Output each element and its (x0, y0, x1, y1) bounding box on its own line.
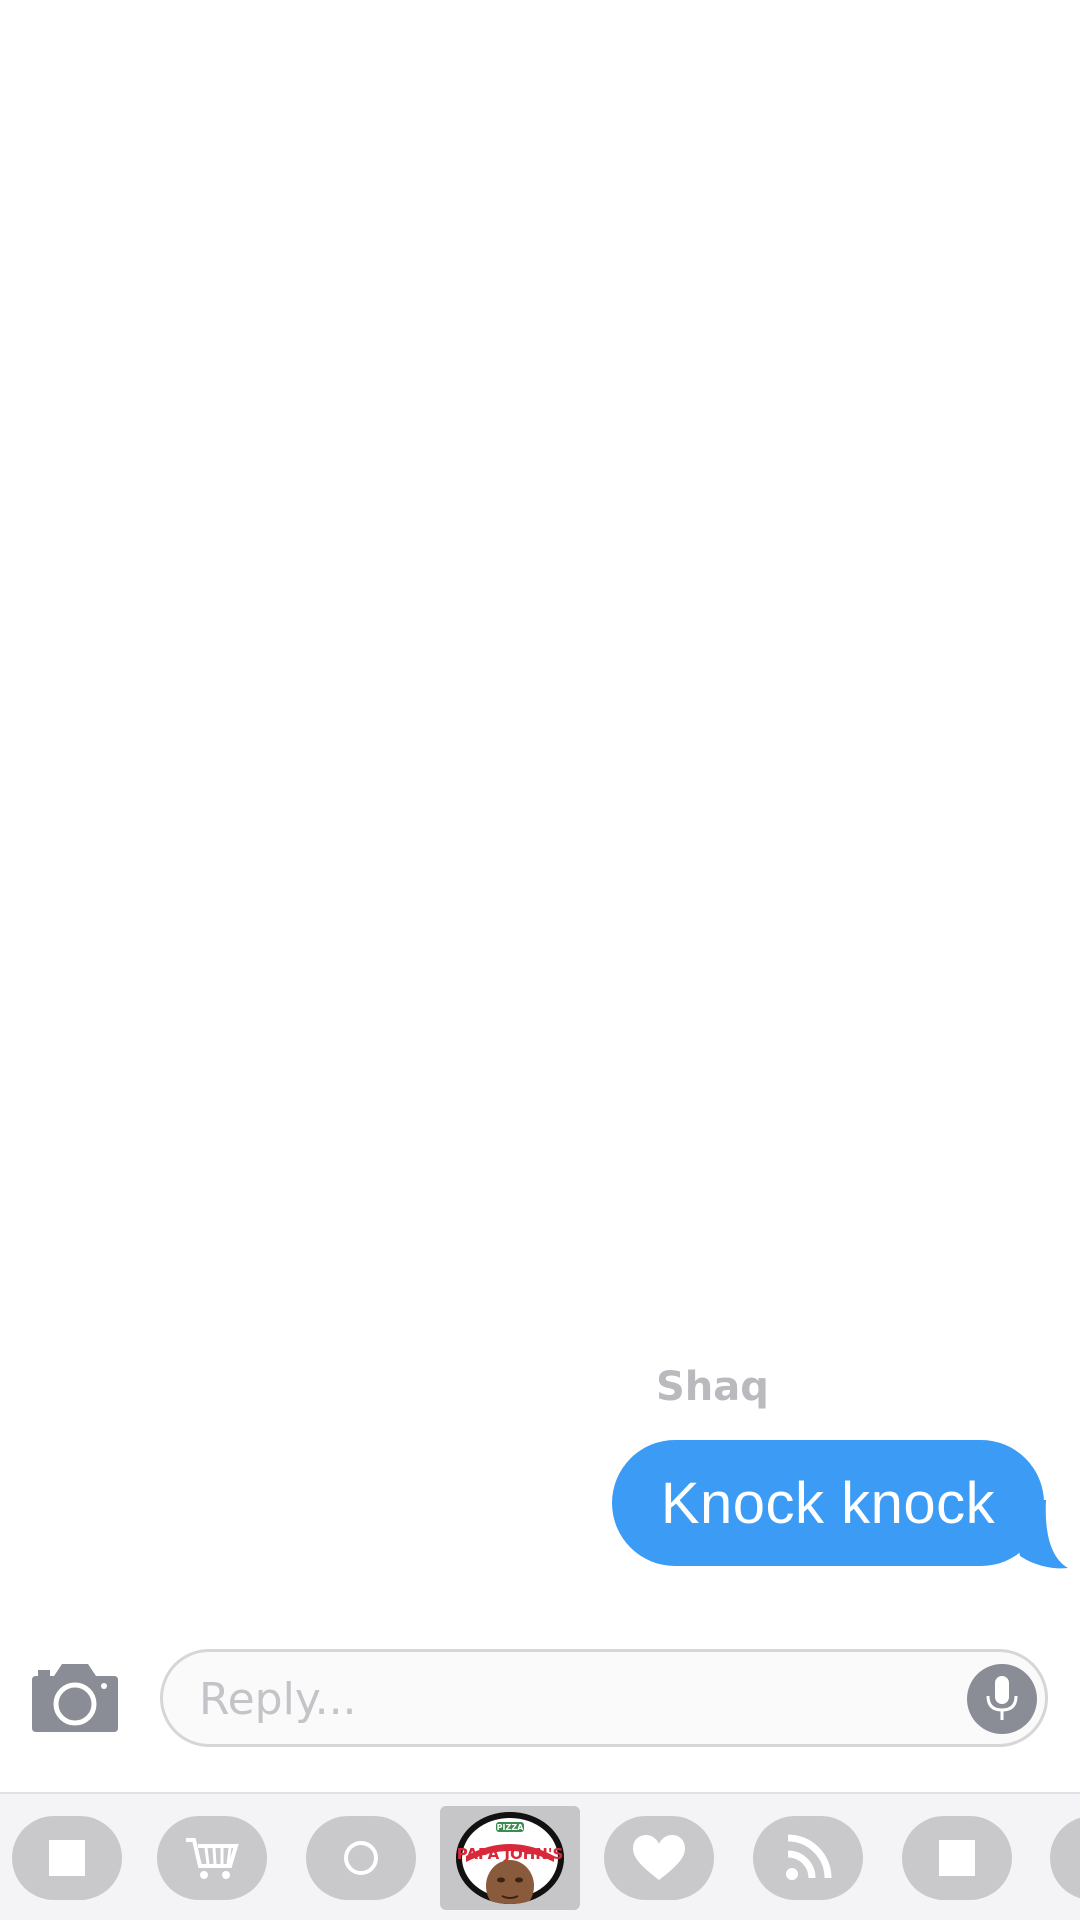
reply-field[interactable] (160, 1649, 1048, 1747)
camera-icon (32, 1664, 118, 1732)
app-drawer-item-6[interactable] (753, 1816, 863, 1900)
message-text: Knock knock (660, 1470, 996, 1536)
circle-icon (344, 1841, 378, 1875)
app-drawer-item-3[interactable] (306, 1816, 416, 1900)
camera-button[interactable] (30, 1662, 120, 1734)
heart-icon (633, 1835, 685, 1880)
app-drawer-item-7[interactable] (902, 1816, 1012, 1900)
message-bubble[interactable]: Knock knock (612, 1440, 1044, 1566)
square-icon (939, 1840, 975, 1876)
message-input-bar (0, 1640, 1080, 1790)
app-drawer-item-2[interactable] (157, 1816, 267, 1900)
bubble-tail (1010, 1500, 1068, 1569)
app-drawer-item-1[interactable] (12, 1816, 122, 1900)
papa-johns-shaq-sticker-icon: PIZZA PAPA JOHN'S (456, 1812, 564, 1904)
square-icon (49, 1840, 85, 1876)
shopping-cart-icon (186, 1838, 239, 1879)
rss-icon (786, 1834, 832, 1880)
app-drawer: PIZZA PAPA JOHN'S (0, 1792, 1080, 1920)
microphone-button[interactable] (967, 1664, 1037, 1734)
app-drawer-item-papa-johns[interactable]: PIZZA PAPA JOHN'S (440, 1806, 580, 1910)
svg-text:PIZZA: PIZZA (497, 1823, 524, 1832)
sender-name: Shaq (656, 1364, 769, 1410)
conversation-area: Shaq Knock knock (0, 0, 1080, 1640)
app-drawer-item-5[interactable] (604, 1816, 714, 1900)
reply-input[interactable] (197, 1652, 901, 1746)
microphone-icon (986, 1676, 1018, 1720)
app-drawer-item-8[interactable] (1050, 1816, 1080, 1900)
messages-screen: Shaq Knock knock Reply... PIZZA PAPA JOH… (0, 0, 1080, 1920)
